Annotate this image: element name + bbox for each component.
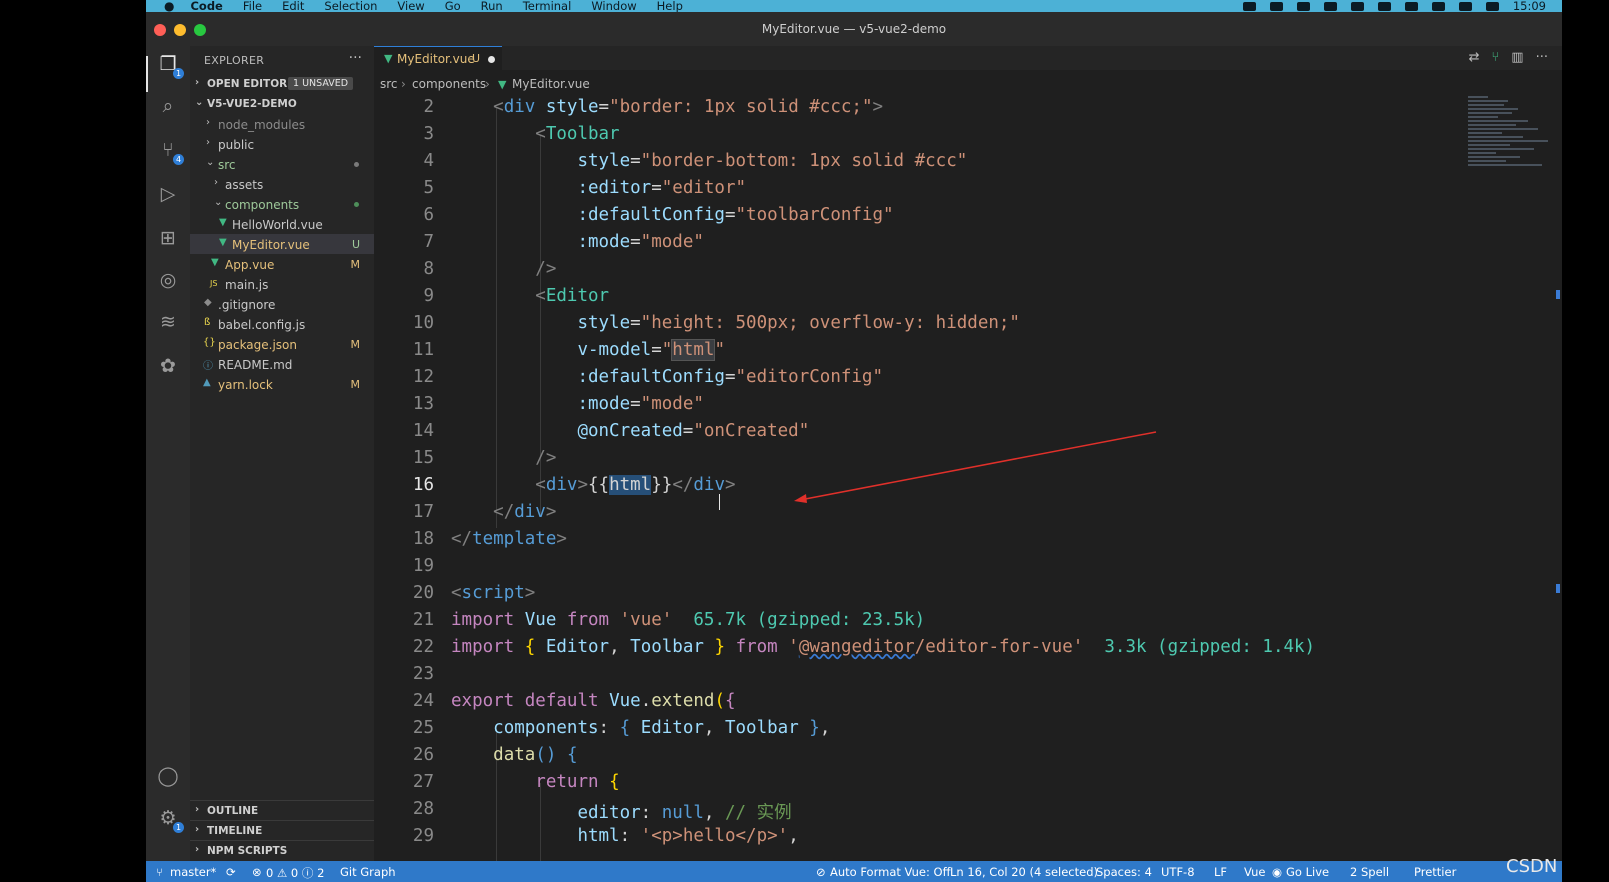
sync-icon[interactable]: ⟳	[226, 865, 236, 879]
spell-button[interactable]: 2 Spell	[1350, 865, 1389, 879]
text-cursor-icon	[719, 494, 720, 510]
vscode-window: ● Code File Edit Selection View Go Run T…	[146, 0, 1562, 882]
scroll-marker	[1556, 584, 1560, 593]
watermark: CSDN @爱你三千遍斯塔克	[1506, 856, 1562, 877]
branch-icon: ⑂	[156, 865, 163, 879]
status-bar: ⑂ master* ⟳ ⊗ 0 ⚠ 0 ⓘ 2 Git Graph ⊘ Auto…	[146, 861, 1562, 882]
cursor-position-button[interactable]: Ln 16, Col 20 (4 selected)	[950, 865, 1098, 879]
scroll-marker	[1556, 290, 1560, 299]
format-off-icon: ⊘	[816, 865, 826, 879]
eol-button[interactable]: LF	[1214, 865, 1227, 879]
annotation-arrow	[794, 431, 1157, 503]
encoding-button[interactable]: UTF-8	[1161, 865, 1195, 879]
problems-icon: ⊗	[252, 865, 262, 879]
auto-format-button[interactable]: Auto Format Vue: Off	[830, 865, 951, 879]
problems-button[interactable]: 0 ⚠ 0 ⓘ 2	[266, 865, 324, 881]
branch-button[interactable]: master*	[170, 865, 216, 879]
go-live-button[interactable]: Go Live	[1286, 865, 1329, 879]
vertical-scrollbar[interactable]	[1554, 94, 1560, 861]
minimap[interactable]	[1468, 94, 1556, 214]
indentation-button[interactable]: Spaces: 4	[1096, 865, 1152, 879]
prettier-button[interactable]: Prettier	[1414, 865, 1456, 879]
language-button[interactable]: Vue	[1244, 865, 1265, 879]
git-graph-button[interactable]: Git Graph	[340, 865, 396, 879]
broadcast-icon: ◉	[1272, 865, 1283, 879]
